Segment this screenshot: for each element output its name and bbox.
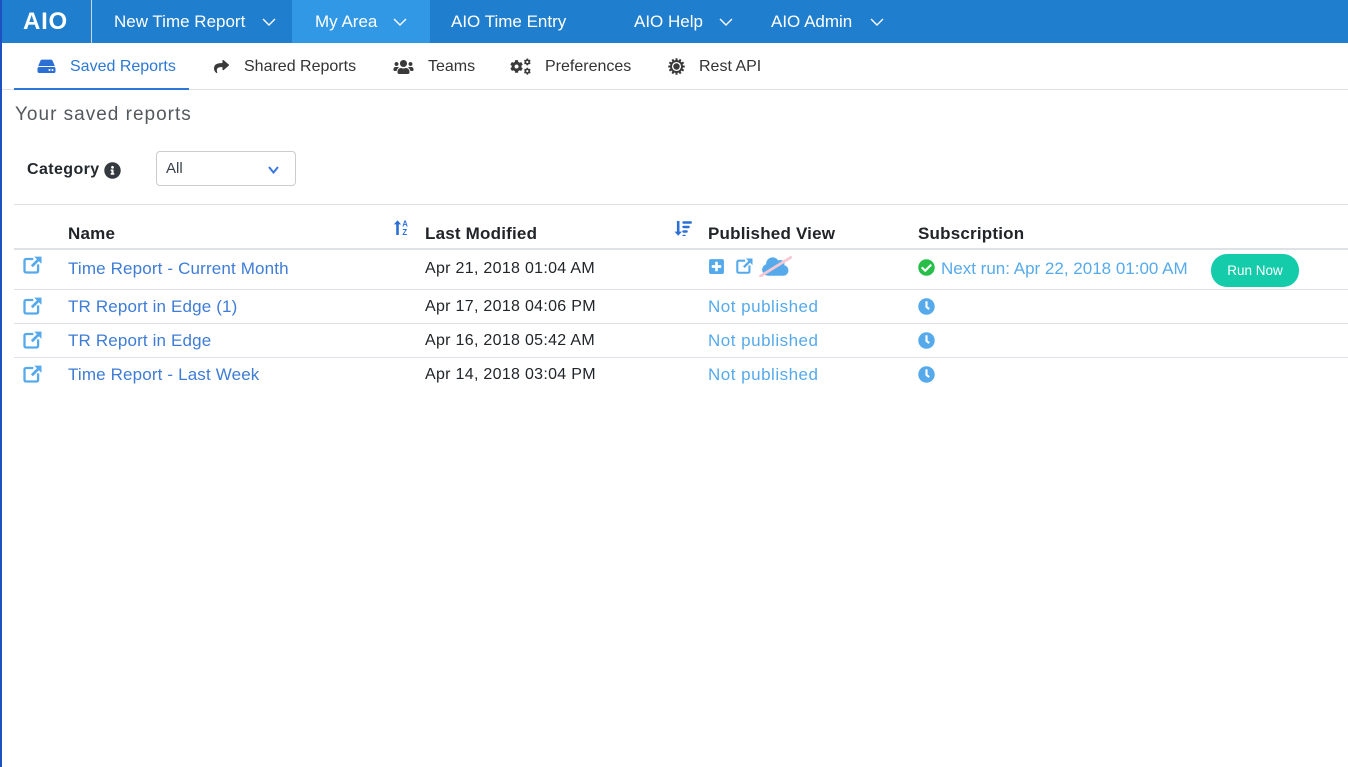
- svg-text:Z: Z: [402, 227, 407, 235]
